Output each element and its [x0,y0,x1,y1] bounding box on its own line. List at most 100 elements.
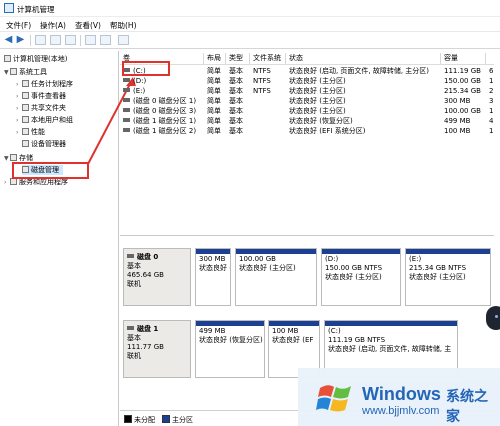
table-cell: 6 [489,67,494,75]
legend-primary: 主分区 [172,416,193,424]
partition-size: 499 MB [199,327,226,335]
partition-size: 300 MB [199,255,226,263]
disk0-type: 基本 [127,262,141,270]
table-cell: 状态良好 (EFI 系统分区) [289,127,366,135]
partition-status: 状态良好 (主分区) [409,273,466,281]
table-cell: 简单 [207,77,221,85]
disk1-status: 联机 [127,352,141,360]
table-cell: 2 [489,87,494,95]
volume-name-text: (磁盘 0 磁盘分区 3) [133,107,197,115]
volume-list: 卷 布局 类型 文件系统 状态 容量 (C:) 简单 基本 NTFS 状态良好 (启动,… [120,51,494,236]
volume-name-cell[interactable]: (磁盘 1 磁盘分区 1) [120,116,204,126]
table-cell [250,116,286,126]
volume-name-text: (D:) [133,77,147,85]
partition-status: 状态良好 (主分区) [325,273,382,281]
disk0-partition-1[interactable]: 300 MB状态良好 (主分区) [195,248,231,306]
windows-logo-icon [316,385,351,412]
volume-name-cell[interactable]: (E:) [120,86,204,96]
partition-status: 状态良好 (恢复分区) [199,336,263,344]
header-divider [120,64,494,65]
disk0-size: 465.64 GB [127,271,164,279]
partition-size: 100 MB [272,327,299,335]
scroll-handle[interactable] [486,306,500,330]
table-cell: NTFS [253,87,271,95]
table-cell: 111.19 GB [444,67,481,75]
disk1-size: 111.77 GB [127,343,164,351]
disk1-type: 基本 [127,334,141,342]
disk0-label[interactable]: 磁盘 0 基本 465.64 GB 联机 [123,248,191,306]
header-capacity[interactable]: 容量 [441,53,486,64]
table-cell: 4 [489,117,494,125]
table-cell: 基本 [229,97,243,105]
partition-title: (D:) [325,255,339,263]
table-cell: 状态良好 (主分区) [289,77,346,85]
table-cell: 100 MB [444,127,471,135]
primary-partition-band [406,249,490,254]
header-status[interactable]: 状态 [286,53,441,64]
disk0-partition-3[interactable]: 100.00 GB 状态良好 (主分区) [235,248,317,306]
volume-icon [123,98,130,102]
partition-size: 150.00 GB NTFS [325,264,383,272]
partition-title: (C:) [328,327,341,335]
primary-swatch [162,415,170,423]
table-cell: 状态良好 (主分区) [289,97,346,105]
primary-partition-band [196,321,264,326]
volume-name-cell[interactable]: (磁盘 0 磁盘分区 3) [120,106,204,116]
header-filesystem[interactable]: 文件系统 [250,53,286,64]
table-cell: 基本 [229,107,243,115]
table-cell: 1 [489,127,494,135]
table-cell: 状态良好 (启动, 页面文件, 故障转储, 主分区) [289,67,430,75]
disk1-name-row: 磁盘 1 [127,325,187,334]
volume-name-cell[interactable]: (磁盘 0 磁盘分区 1) [120,96,204,106]
primary-partition-band [269,321,319,326]
unallocated-swatch [124,415,132,423]
table-cell: 简单 [207,97,221,105]
disk0-name-row: 磁盘 0 [127,253,187,262]
header-free[interactable] [486,53,494,64]
volume-name-cell[interactable]: (磁盘 1 磁盘分区 2) [120,126,204,136]
header-layout[interactable]: 布局 [204,53,226,64]
table-cell: 215.34 GB [444,87,481,95]
table-cell: 基本 [229,117,243,125]
volume-name-text: (E:) [133,87,146,95]
volume-icon [123,128,130,132]
partition-status: 状态良好 (启动, 页面文件, 故障转储, 主 [328,345,452,353]
table-cell: 499 MB [444,117,471,125]
header-type[interactable]: 类型 [226,53,250,64]
partition-status: 状态良好 (EF [272,336,314,344]
highlight-box-c-drive [122,61,170,76]
table-cell: 简单 [207,117,221,125]
table-cell: 简单 [207,87,221,95]
watermark-brand: Windows [362,384,441,404]
disk0-partition-d[interactable]: (D:) 150.00 GB NTFS 状态良好 (主分区) [321,248,401,306]
volume-name-cell[interactable]: (D:) [120,76,204,86]
volume-icon [123,108,130,112]
table-cell [250,126,286,136]
table-cell: 状态良好 (主分区) [289,87,346,95]
table-cell: 基本 [229,77,243,85]
partition-size: 215.34 GB NTFS [409,264,467,272]
partition-title: (E:) [409,255,422,263]
table-cell: 基本 [229,87,243,95]
disk1-partition-1[interactable]: 499 MB 状态良好 (恢复分区) [195,320,265,378]
table-cell: 150.00 GB [444,77,481,85]
disk0-partition-e[interactable]: (E:) 215.34 GB NTFS 状态良好 (主分区) [405,248,491,306]
table-cell [250,106,286,116]
disk1-name: 磁盘 1 [137,325,159,333]
volume-icon [123,118,130,122]
table-cell: 300 MB [444,97,471,105]
table-cell: 基本 [229,127,243,135]
table-cell: 简单 [207,67,221,75]
primary-partition-band [196,249,230,254]
disk0-name: 磁盘 0 [137,253,159,261]
partition-status: 状态良好 (主分区) [199,264,230,272]
volume-icon [123,88,130,92]
disk0-status: 联机 [127,280,141,288]
table-cell: 状态良好 (恢复分区) [289,117,353,125]
table-cell [250,96,286,106]
table-cell: NTFS [253,67,271,75]
disk1-label[interactable]: 磁盘 1 基本 111.77 GB 联机 [123,320,191,378]
table-cell: 基本 [229,67,243,75]
watermark: Windows 系统之家 www.bjjmlv.com [298,368,500,426]
table-cell: 简单 [207,107,221,115]
